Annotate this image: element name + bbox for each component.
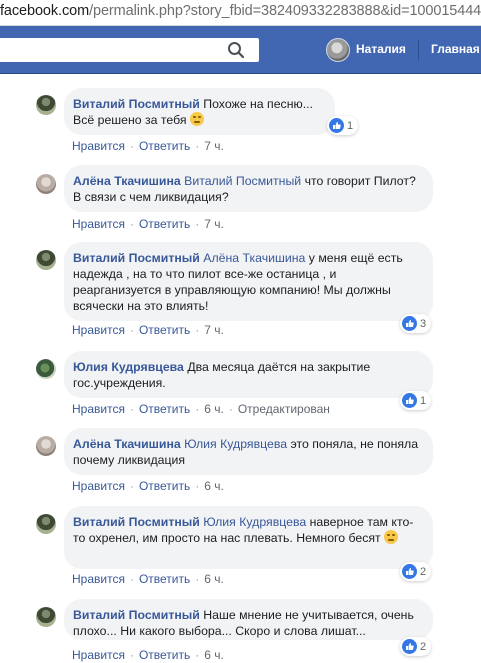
- reaction-badge[interactable]: 1: [327, 116, 359, 135]
- comment-time[interactable]: 6 ч.: [204, 572, 224, 586]
- reaction-count: 1: [420, 394, 427, 407]
- reaction-badge[interactable]: 3: [400, 314, 432, 333]
- like-button[interactable]: Нравится: [72, 402, 125, 416]
- reaction-count: 3: [420, 317, 427, 330]
- commenter-avatar[interactable]: [36, 436, 56, 456]
- like-button[interactable]: Нравится: [72, 139, 125, 153]
- reaction-count: 1: [347, 119, 354, 132]
- like-icon: [402, 316, 417, 331]
- reply-button[interactable]: Ответить: [139, 323, 190, 337]
- commenter-avatar[interactable]: [36, 607, 56, 627]
- commenter-avatar[interactable]: [36, 359, 56, 379]
- comment-bubble: Юлия Кудрявцева Два месяца даётся на зак…: [64, 351, 433, 398]
- browser-address-bar[interactable]: facebook.com/permalink.php?story_fbid=38…: [0, 0, 481, 26]
- reaction-badge[interactable]: 1: [400, 391, 432, 410]
- search-icon[interactable]: [227, 41, 245, 59]
- reply-button[interactable]: Ответить: [139, 572, 190, 586]
- like-icon: [402, 393, 417, 408]
- comment-actions: Нравится · Ответить · 6 ч.: [72, 479, 224, 493]
- commenter-avatar[interactable]: [36, 95, 56, 115]
- reply-button[interactable]: Ответить: [139, 648, 190, 662]
- comment-bubble: Виталий Посмитный Наше мнение не учитыва…: [64, 599, 433, 640]
- unamused-face-icon: [384, 530, 399, 544]
- like-button[interactable]: Нравится: [72, 217, 125, 231]
- comment-bubble: Виталий Посмитный Алёна Ткачишина у меня…: [64, 242, 433, 321]
- comment-time[interactable]: 6 ч.: [204, 479, 224, 493]
- like-icon: [402, 564, 417, 579]
- comment-actions: Нравится · Ответить · 7 ч.: [72, 323, 224, 337]
- reply-button[interactable]: Ответить: [139, 402, 190, 416]
- comment-author[interactable]: Юлия Кудрявцева: [73, 360, 184, 374]
- commenter-avatar[interactable]: [36, 250, 56, 270]
- comment-actions: Нравится · Ответить · 7 ч.: [72, 139, 224, 153]
- reaction-count: 2: [420, 565, 427, 578]
- comment-bubble: Виталий Посмитный Похоже на песню... Всё…: [64, 88, 335, 135]
- comment-author[interactable]: Виталий Посмитный: [73, 251, 200, 265]
- reply-button[interactable]: Ответить: [139, 139, 190, 153]
- comment-actions: Нравится · Ответить · 6 ч.: [72, 572, 224, 586]
- reply-button[interactable]: Ответить: [139, 217, 190, 231]
- comment-time[interactable]: 7 ч.: [204, 139, 224, 153]
- comment-bubble: Алёна Ткачишина Юлия Кудрявцева это поня…: [64, 428, 433, 475]
- comment-time[interactable]: 6 ч.: [204, 648, 224, 662]
- comment-mention[interactable]: Алёна Ткачишина: [203, 251, 305, 265]
- comment-actions: Нравится · Ответить · 7 ч.: [72, 217, 224, 231]
- url-host: facebook.com: [0, 3, 90, 19]
- comment-author[interactable]: Алёна Ткачишина: [73, 174, 181, 188]
- reply-button[interactable]: Ответить: [139, 479, 190, 493]
- comment-mention[interactable]: Юлия Кудрявцева: [184, 437, 287, 451]
- commenter-avatar[interactable]: [36, 174, 56, 194]
- nav-divider: [418, 40, 419, 60]
- comment-time[interactable]: 6 ч.: [204, 402, 224, 416]
- like-icon: [329, 118, 344, 133]
- comment-actions: Нравится · Ответить · 6 ч.: [72, 648, 224, 662]
- like-icon: [402, 639, 417, 654]
- comment-author[interactable]: Виталий Посмитный: [73, 97, 200, 111]
- reaction-count: 2: [420, 640, 427, 653]
- page-root: facebook.com/permalink.php?story_fbid=38…: [0, 0, 481, 663]
- comment-time[interactable]: 7 ч.: [204, 323, 224, 337]
- reaction-badge[interactable]: 2: [400, 562, 432, 581]
- comment-time[interactable]: 7 ч.: [204, 217, 224, 231]
- comment-bubble: Алёна Ткачишина Виталий Посмитный что го…: [64, 165, 433, 212]
- commenter-avatar[interactable]: [36, 514, 56, 534]
- comment-actions: Нравится · Ответить · 6 ч. · Отредактирован: [72, 402, 330, 416]
- like-button[interactable]: Нравится: [72, 572, 125, 586]
- comment-author[interactable]: Виталий Посмитный: [73, 515, 200, 529]
- home-link[interactable]: Главная: [431, 42, 480, 56]
- url-path: /permalink.php?story_fbid=38240933228388…: [89, 3, 481, 19]
- comment-author[interactable]: Алёна Ткачишина: [73, 437, 181, 451]
- facebook-header: Наталия Главная: [0, 26, 481, 74]
- comment-mention[interactable]: Виталий Посмитный: [184, 174, 301, 188]
- like-button[interactable]: Нравится: [72, 648, 125, 662]
- search-input[interactable]: [0, 38, 259, 62]
- disappointed-face-icon: [189, 112, 204, 126]
- url-text[interactable]: facebook.com/permalink.php?story_fbid=38…: [0, 3, 481, 19]
- edited-label[interactable]: Отредактирован: [238, 402, 330, 416]
- comment-bubble: Виталий Посмитный Юлия Кудрявцева наверн…: [64, 506, 433, 569]
- comment-mention[interactable]: Юлия Кудрявцева: [203, 515, 306, 529]
- like-button[interactable]: Нравится: [72, 323, 125, 337]
- comment-author[interactable]: Виталий Посмитный: [73, 608, 200, 622]
- profile-name-link[interactable]: Наталия: [356, 42, 406, 56]
- profile-avatar[interactable]: [326, 38, 350, 62]
- like-button[interactable]: Нравится: [72, 479, 125, 493]
- reaction-badge[interactable]: 2: [400, 637, 432, 656]
